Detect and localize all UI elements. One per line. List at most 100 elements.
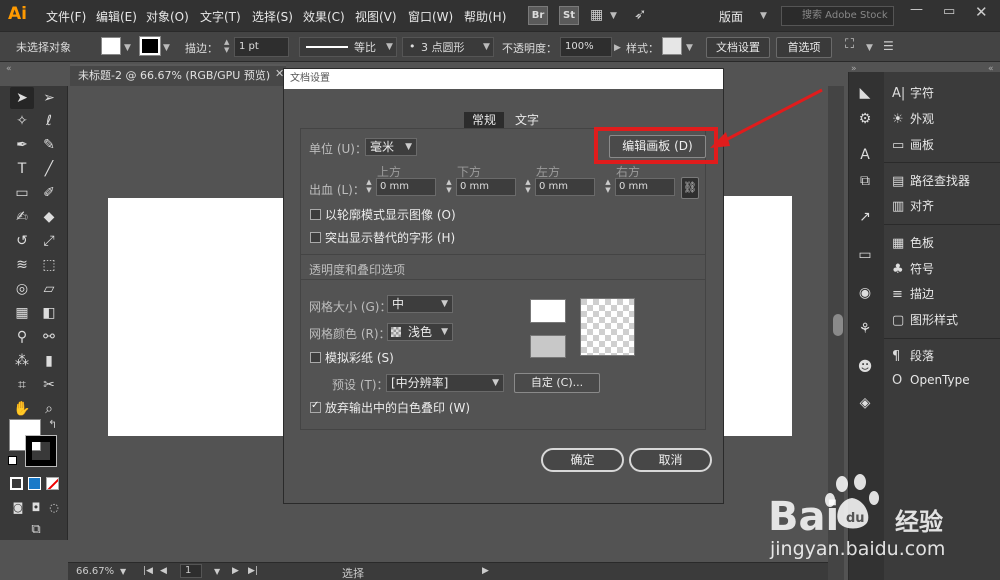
color-guide-panel-icon[interactable]: ☻ [856,358,874,376]
opacity-field[interactable]: 100% [560,37,612,57]
eraser-icon[interactable]: ◆ [37,206,61,228]
collapse-icon[interactable]: » [851,64,857,74]
status-menu-icon[interactable]: ▶ [482,566,489,576]
close-icon[interactable]: ✕ [975,3,988,21]
shape-builder-icon[interactable]: ◎ [10,278,34,300]
panel-appearance[interactable]: ☀ 外观 [892,110,998,130]
stepper-icon[interactable]: ▲ ▼ [603,178,613,196]
gradient-tool-icon[interactable]: ◧ [37,302,61,324]
color-mode-icon[interactable] [10,477,23,490]
mesh-tool-icon[interactable]: ▦ [10,302,34,324]
artboard[interactable] [724,196,792,436]
menu-effect[interactable]: 效果(C) [303,8,345,25]
panel-align[interactable]: ▥ 对齐 [892,197,998,217]
direct-selection-tool-icon[interactable]: ➢ [37,87,61,109]
stroke-swatch[interactable] [139,36,161,56]
pen-tool-icon[interactable]: ✒ [10,134,34,156]
chevron-down-icon[interactable]: ▼ [163,43,170,53]
preferences-button[interactable]: 首选项 [776,37,832,58]
layers-panel-icon[interactable]: ◈ [856,394,874,412]
gradient-panel-icon[interactable]: ▭ [856,246,874,264]
minimize-icon[interactable]: — [910,2,923,17]
selection-tool-icon[interactable]: ➤ [10,87,34,109]
free-transform-icon[interactable]: ⬚ [37,254,61,276]
arrange-documents-icon[interactable]: ▦ [590,7,603,23]
chevron-down-icon[interactable]: ▼ [610,11,617,21]
zoom-level[interactable]: 66.67% [76,566,114,577]
panel-paragraph[interactable]: ¶ 段落 [892,347,998,367]
default-colors-icon[interactable] [8,456,17,465]
stock-button[interactable]: St [559,6,579,25]
bleed-left-value[interactable]: 0 mm [535,178,595,196]
screen-mode-icon[interactable]: ⧉ [24,519,48,541]
bleed-top-value[interactable]: 0 mm [376,178,436,196]
brush-dropdown[interactable]: • 3 点圆形 ▼ [402,37,494,57]
artboard-number-field[interactable]: 1 [180,564,202,578]
bleed-bottom-value[interactable]: 0 mm [456,178,516,196]
grid-size-dropdown[interactable]: 中 ▼ [387,295,453,313]
character-panel-icon[interactable]: A [856,146,874,164]
arrange-icon[interactable]: ⛶ [845,37,854,52]
lasso-icon[interactable]: ℓ [37,110,61,132]
units-dropdown[interactable]: 毫米 ▼ [365,138,417,156]
collapse-toolbox-icon[interactable]: « [6,64,12,74]
bleed-bottom-field[interactable]: ▲ ▼ 0 mm [444,178,516,196]
rotate-tool-icon[interactable]: ↺ [10,230,34,252]
draw-inside-icon[interactable]: ◌ [42,497,66,519]
libraries-panel-icon[interactable]: ⚘ [856,320,874,338]
grid-color-swatch[interactable] [530,335,566,358]
scale-tool-icon[interactable]: ⤢ [37,230,61,252]
ok-button[interactable]: 确定 [541,448,624,472]
menu-file[interactable]: 文件(F) [46,8,86,25]
zoom-tool-icon[interactable]: ⌕ [37,398,61,420]
menu-help[interactable]: 帮助(H) [464,8,506,25]
paintbrush-icon[interactable]: ✐ [37,182,61,204]
paper-color-swatch[interactable] [530,299,566,323]
chevron-down-icon[interactable]: ▼ [760,11,767,21]
menu-object[interactable]: 对象(O) [146,8,189,25]
preset-dropdown[interactable]: [中分辨率] ▼ [386,374,504,392]
panel-artboards[interactable]: ▭ 画板 [892,136,998,156]
artboard[interactable] [108,198,288,436]
bleed-left-field[interactable]: ▲ ▼ 0 mm [523,178,595,196]
panel-opentype[interactable]: O OpenType [892,373,998,393]
menu-type[interactable]: 文字(T) [200,8,241,25]
menu-view[interactable]: 视图(V) [355,8,397,25]
outline-mode-checkbox[interactable] [310,209,321,220]
panel-character[interactable]: A| 字符 [892,84,998,104]
shaper-tool-icon[interactable]: ✍ [10,206,34,228]
transform-panel-icon[interactable]: ⚙ [856,110,874,128]
panel-symbols[interactable]: ♣ 符号 [892,260,998,280]
export-panel-icon[interactable]: ↗ [856,208,874,226]
link-bleed-icon[interactable]: ⛓ [681,177,699,199]
grid-color-dropdown[interactable]: 浅色 ▼ [387,323,453,341]
chevron-right-icon[interactable]: ▶ [614,43,621,53]
restore-icon[interactable]: ▭ [943,4,955,19]
bridge-button[interactable]: Br [528,6,548,25]
first-page-icon[interactable]: |◀ [143,566,153,576]
stepper-icon[interactable]: ▲ ▼ [523,178,533,196]
gpu-rocket-icon[interactable]: ➶ [634,5,647,23]
chevron-down-icon[interactable]: ▼ [686,43,693,53]
menu-window[interactable]: 窗口(W) [408,8,453,25]
blend-tool-icon[interactable]: ⚯ [37,326,61,348]
links-panel-icon[interactable]: ⧉ [856,172,874,190]
tab-text[interactable]: 文字 [508,112,546,128]
swap-colors-icon[interactable]: ↰ [48,418,57,431]
stroke-weight-field[interactable]: 1 pt [234,37,289,57]
chevron-down-icon[interactable]: ▼ [124,43,131,53]
stepper-icon[interactable]: ▲ ▼ [224,38,229,54]
symbol-sprayer-icon[interactable]: ⁂ [10,350,34,372]
slice-tool-icon[interactable]: ✂ [37,374,61,396]
chevron-down-icon[interactable]: ▼ [120,567,126,576]
tab-general[interactable]: 常规 [464,112,504,128]
type-tool-icon[interactable]: T [10,158,34,180]
workspace-switcher[interactable]: 版面 [719,8,743,25]
fill-swatch[interactable] [101,37,121,55]
chevron-down-icon[interactable]: ▼ [214,567,220,576]
discard-white-overprint-checkbox[interactable] [310,400,321,413]
prev-page-icon[interactable]: ◀ [160,566,167,576]
stepper-icon[interactable]: ▲ ▼ [364,178,374,196]
document-setup-button[interactable]: 文档设置 [706,37,770,58]
custom-button[interactable]: 自定 (C)... [514,373,600,393]
